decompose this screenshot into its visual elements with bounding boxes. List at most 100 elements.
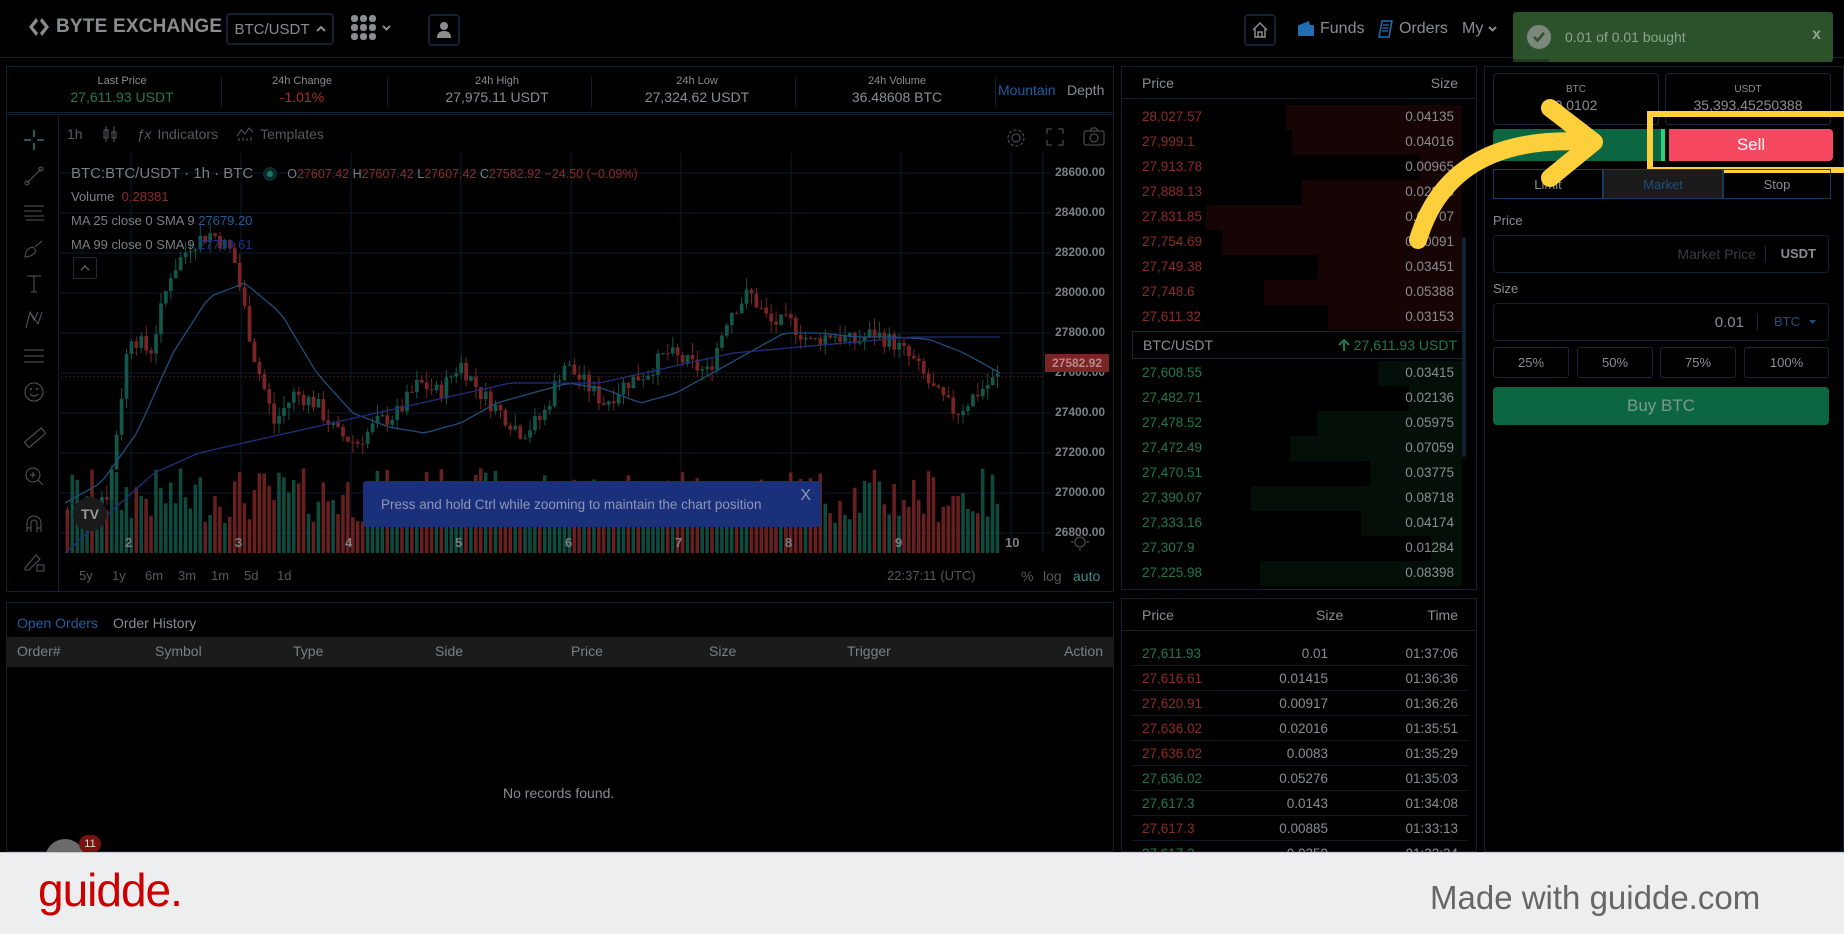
my-menu[interactable]: My <box>1462 20 1498 38</box>
camera-icon[interactable] <box>1083 127 1105 147</box>
funds-link[interactable]: Funds <box>1297 20 1364 38</box>
ohlc-open: 27607.42 <box>296 166 350 181</box>
candle-body <box>321 399 326 421</box>
ma25-legend: MA 25 close 0 SMA 9 27679.20 <box>71 213 252 228</box>
ask-row[interactable]: 27,748.6 0.05388 <box>1122 280 1462 305</box>
ask-row[interactable]: 27,611.32 0.03153 <box>1122 305 1462 330</box>
ask-row[interactable]: 27,749.38 0.03451 <box>1122 255 1462 280</box>
candle-body <box>764 307 769 314</box>
brightness-icon[interactable] <box>1071 533 1089 551</box>
tab-order-history[interactable]: Order History <box>113 615 196 631</box>
toast-close-icon[interactable]: x <box>1812 26 1821 44</box>
hint-close-icon[interactable]: X <box>800 487 811 505</box>
prediction-icon[interactable] <box>21 343 47 369</box>
range-5d[interactable]: 5d <box>244 568 258 583</box>
ruler-icon[interactable] <box>21 425 47 451</box>
ask-price: 27,999.1 <box>1142 134 1195 149</box>
user-button[interactable] <box>428 14 460 46</box>
bid-row[interactable]: 27,333.16 0.04174 <box>1122 511 1462 536</box>
stat-24h-change: 24h Change -1.01% <box>237 75 367 105</box>
bid-price: 27,470.51 <box>1142 465 1203 480</box>
volume-bar <box>971 511 975 553</box>
bid-row[interactable]: 27,478.52 0.05975 <box>1122 411 1462 436</box>
size-unit-select[interactable]: BTC <box>1774 314 1800 329</box>
scrollbar[interactable] <box>1462 237 1466 457</box>
candle-body <box>488 391 493 412</box>
tab-open-orders[interactable]: Open Orders <box>17 615 98 631</box>
range-1d[interactable]: 1d <box>277 568 291 583</box>
magnet-icon[interactable] <box>21 511 47 537</box>
candle-body <box>862 337 867 341</box>
home-button[interactable] <box>1244 14 1276 46</box>
range-6m[interactable]: 6m <box>145 568 163 583</box>
candle-body <box>626 382 631 389</box>
volume-bar <box>985 516 990 553</box>
horizontal-lines-icon[interactable] <box>21 199 47 225</box>
bid-row[interactable]: 27,225.98 0.08398 <box>1122 561 1462 586</box>
percent-scale-toggle[interactable]: % <box>1021 568 1033 584</box>
percent-100-button[interactable]: 100% <box>1744 347 1829 378</box>
volume-bar <box>164 503 168 553</box>
range-1m[interactable]: 1m <box>211 568 229 583</box>
orders-link[interactable]: Orders <box>1378 20 1448 38</box>
candle-body <box>892 334 897 350</box>
range-5y[interactable]: 5y <box>79 568 93 583</box>
settings-icon[interactable] <box>1005 127 1027 149</box>
zoom-in-icon[interactable] <box>21 463 47 489</box>
percent-75-button[interactable]: 75% <box>1660 347 1736 378</box>
candle-body <box>178 257 183 271</box>
volume-bar <box>966 508 970 553</box>
order-type-stop[interactable]: Stop <box>1723 169 1831 199</box>
interval-button[interactable]: 1h <box>67 126 83 142</box>
bid-row[interactable]: 27,470.51 0.03775 <box>1122 461 1462 486</box>
bid-row[interactable]: 27,307.9 0.01284 <box>1122 536 1462 561</box>
indicators-button[interactable]: ƒx Indicators <box>137 126 219 142</box>
candle-type-icon[interactable] <box>101 125 119 143</box>
pair-selector[interactable]: BTC/USDT <box>226 13 334 45</box>
balance-currency: BTC <box>1566 84 1586 95</box>
size-input[interactable]: 0.01 BTC <box>1493 303 1829 341</box>
bid-row[interactable]: 27,608.55 0.03415 <box>1122 361 1462 386</box>
mountain-tab[interactable]: Mountain <box>998 82 1056 98</box>
fullscreen-icon[interactable] <box>1045 127 1065 147</box>
range-3m[interactable]: 3m <box>178 568 196 583</box>
depth-tab[interactable]: Depth <box>1067 82 1104 98</box>
trading-app: BYTE EXCHANGE BTC/USDT Funds Orders My 0… <box>0 0 1844 852</box>
brand-logo[interactable]: BYTE EXCHANGE <box>28 16 222 38</box>
log-scale-toggle[interactable]: log <box>1043 568 1062 584</box>
candle-body <box>213 233 217 236</box>
collapse-legend-button[interactable] <box>73 257 97 279</box>
text-icon[interactable] <box>21 271 47 297</box>
range-1y[interactable]: 1y <box>112 568 126 583</box>
apps-menu-button[interactable] <box>350 14 391 42</box>
lock-drawings-icon[interactable] <box>21 549 47 575</box>
column-header: Type <box>293 643 324 659</box>
ohlc-change: −24.50 (−0.09%) <box>544 166 638 181</box>
pattern-icon[interactable] <box>21 307 47 333</box>
trade-price: 27,617.3 <box>1142 821 1195 836</box>
crosshair-icon[interactable] <box>21 127 47 153</box>
stat-value: 27,611.93 USDT <box>70 89 174 105</box>
auto-scale-toggle[interactable]: auto <box>1073 568 1100 584</box>
ma99-label: MA 99 close 0 SMA 9 <box>71 237 195 252</box>
volume-bar <box>159 487 163 553</box>
brush-icon[interactable] <box>21 235 47 261</box>
bid-row[interactable]: 27,390.07 0.08718 <box>1122 486 1462 511</box>
bid-row[interactable]: 27,472.49 0.07059 <box>1122 436 1462 461</box>
toast-progress <box>1513 59 1549 62</box>
emoji-icon[interactable] <box>21 379 47 405</box>
candle-body <box>572 364 577 375</box>
templates-button[interactable]: Templates <box>236 126 324 142</box>
hint-text: Press and hold Ctrl while zooming to mai… <box>381 496 762 512</box>
order-type-market[interactable]: Market <box>1603 169 1723 199</box>
buy-btc-button[interactable]: Buy BTC <box>1493 387 1829 425</box>
candle-body <box>272 403 277 424</box>
candle-body <box>439 384 444 399</box>
stat-24h-low: 24h Low 27,324.62 USDT <box>607 75 787 105</box>
percent-25-button[interactable]: 25% <box>1493 347 1569 378</box>
bid-row[interactable]: 27,482.71 0.02136 <box>1122 386 1462 411</box>
percent-50-button[interactable]: 50% <box>1577 347 1653 378</box>
tradingview-logo-icon[interactable]: TV <box>73 497 107 531</box>
trade-price: 27,636.02 <box>1142 771 1203 786</box>
trend-line-icon[interactable] <box>21 163 47 189</box>
